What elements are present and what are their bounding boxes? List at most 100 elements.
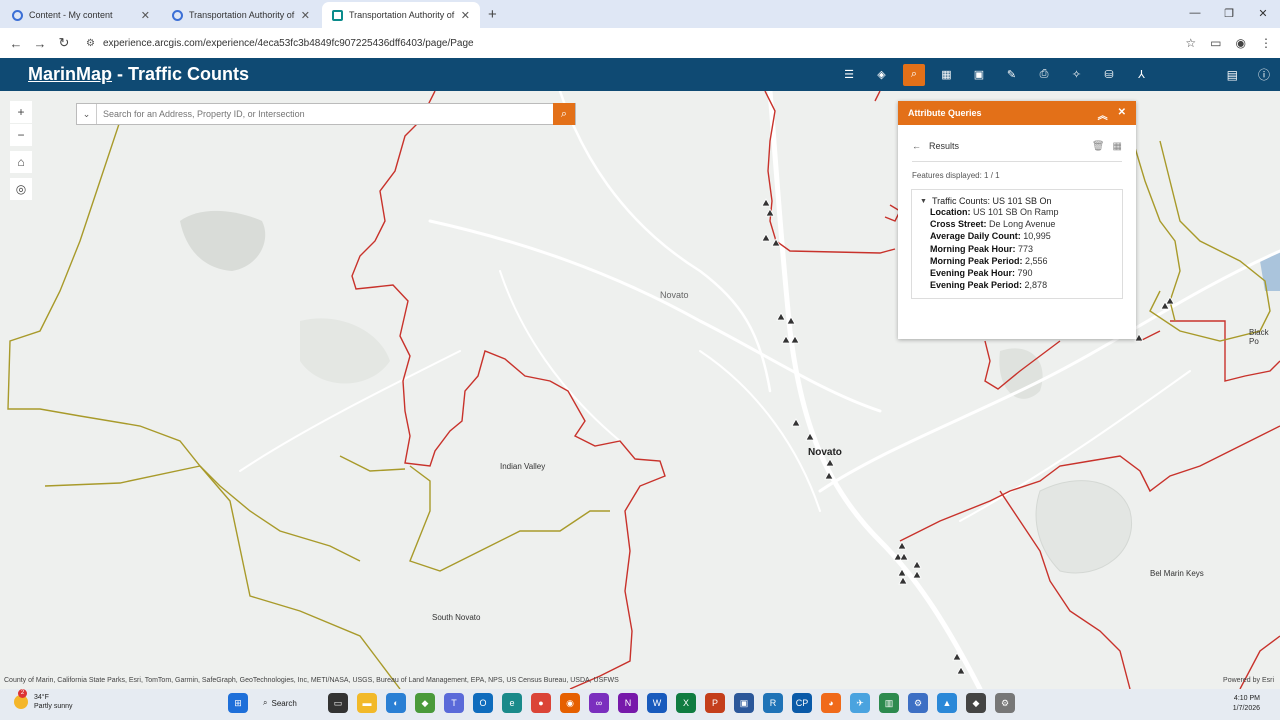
windows-start-icon[interactable]: ⊞ [228, 693, 248, 713]
reload-icon[interactable]: ↻ [52, 35, 76, 51]
field-label: Cross Street: [930, 219, 987, 230]
forward-arrow-icon[interactable]: → [28, 36, 52, 51]
onenote-icon[interactable]: N [618, 693, 638, 713]
url-text: experience.arcgis.com/experience/4eca53f… [102, 37, 474, 49]
collapse-icon[interactable]: ︽ [1098, 107, 1108, 122]
browser-tab[interactable]: Content - My content ✕ [2, 2, 160, 28]
measure-icon[interactable]: ✎ [1001, 64, 1023, 86]
info-icon[interactable]: ⓘ [1258, 66, 1270, 83]
zoom-in-button[interactable]: + [10, 101, 32, 123]
search-input[interactable] [97, 109, 553, 119]
map-attribution: County of Marin, California State Parks,… [0, 677, 1280, 689]
app-icon[interactable]: ∞ [589, 693, 609, 713]
notepad-icon[interactable]: ▥ [879, 693, 899, 713]
app-icon[interactable]: R [763, 693, 783, 713]
bookmark-icon[interactable]: ▣ [968, 64, 990, 86]
trash-icon[interactable]: 🗑 [1092, 141, 1105, 152]
field-value: De Long Avenue [989, 219, 1056, 230]
site-info-icon[interactable]: ⚙ [86, 38, 95, 49]
profile-icon[interactable]: ◉ [1236, 36, 1246, 50]
coordinates-icon[interactable]: ⅄ [1131, 64, 1153, 86]
field-label: Morning Peak Period: [930, 255, 1023, 266]
word-icon[interactable]: W [647, 693, 667, 713]
app-icon[interactable]: CP [792, 693, 812, 713]
field-row: Cross Street: De Long Avenue [930, 218, 1114, 230]
share-icon[interactable]: ✧ [1066, 64, 1088, 86]
data-table-icon[interactable]: ⛁ [1098, 64, 1120, 86]
locate-button[interactable]: ◎ [10, 178, 32, 200]
app-icon[interactable]: ◆ [966, 693, 986, 713]
app-icon[interactable]: ⚙ [908, 693, 928, 713]
field-row: Location: US 101 SB On Ramp [930, 206, 1114, 218]
file-explorer-icon[interactable]: ▬ [357, 693, 377, 713]
clock-time: 4:10 PM [1233, 695, 1260, 702]
place-label-novato: Novato [808, 447, 842, 458]
app-icon[interactable]: ◆ [415, 693, 435, 713]
system-clock[interactable]: 4:10 PM 1/7/2026 [1233, 694, 1260, 714]
attribution-text: County of Marin, California State Parks,… [4, 677, 619, 684]
marinmap-link[interactable]: MarinMap [28, 64, 112, 84]
menu-dots-icon[interactable]: ⋮ [1260, 36, 1272, 50]
back-arrow-icon[interactable]: ← [912, 141, 921, 151]
teams-icon[interactable]: T [444, 693, 464, 713]
taskbar-search[interactable]: ⌕ Search [257, 693, 319, 713]
field-label: Average Daily Count: [930, 231, 1021, 242]
field-value: 790 [1017, 268, 1033, 279]
legend-list-icon[interactable]: ☰ [838, 64, 860, 86]
excel-icon[interactable]: X [676, 693, 696, 713]
app-subtitle: - Traffic Counts [112, 64, 250, 84]
temperature: 34°F [34, 694, 49, 701]
browser-tab[interactable]: Transportation Authority of Ma ✕ [162, 2, 320, 28]
app-icon[interactable]: ✈ [850, 693, 870, 713]
close-window-icon[interactable]: ✕ [1246, 0, 1280, 26]
close-icon[interactable]: ✕ [301, 9, 310, 22]
settings-icon[interactable]: ⚙ [995, 693, 1015, 713]
grid-view-icon[interactable]: ▦ [1113, 141, 1122, 152]
task-view-icon[interactable]: ▭ [328, 693, 348, 713]
browser-tab-active[interactable]: Transportation Authority of Ma ✕ [322, 2, 480, 28]
results-label: Results [929, 141, 960, 151]
star-icon[interactable]: ☆ [1185, 36, 1196, 50]
app-icon[interactable]: ◕ [821, 693, 841, 713]
close-icon[interactable]: ✕ [141, 9, 150, 22]
weather-widget[interactable]: 2 34°F Partly sunny [14, 689, 73, 711]
notification-badge: 2 [18, 689, 27, 698]
back-arrow-icon[interactable]: ← [4, 36, 28, 51]
close-icon[interactable]: ✕ [1118, 107, 1126, 122]
result-card[interactable]: ▼ Traffic Counts: US 101 SB On Location:… [911, 189, 1123, 299]
chrome-icon[interactable]: ● [531, 693, 551, 713]
feature-title-row[interactable]: ▼ Traffic Counts: US 101 SB On [920, 196, 1114, 206]
taskbar-apps: ⊞ ⌕ Search ▭ ▬ ◐ ◆ T O e ● ◉ ∞ N W X P ▣ … [228, 693, 1015, 713]
powered-by-esri[interactable]: Powered by Esri [1223, 677, 1274, 684]
app-icon[interactable]: ▲ [937, 693, 957, 713]
print-icon[interactable]: ⎙ [1033, 64, 1055, 86]
app-icon[interactable]: ◐ [386, 693, 406, 713]
app-title: MarinMap - Traffic Counts [28, 64, 249, 85]
layers-icon[interactable]: ◈ [871, 64, 893, 86]
tab-label: Content - My content [29, 10, 113, 20]
minimize-icon[interactable]: — [1178, 0, 1212, 26]
field-row: Average Daily Count: 10,995 [930, 230, 1114, 242]
powerpoint-icon[interactable]: P [705, 693, 725, 713]
place-label-bel-marin-keys: Bel Marin Keys [1150, 569, 1204, 578]
home-button[interactable]: ⌂ [10, 151, 32, 173]
panel-header: Attribute Queries ︽ ✕ [898, 101, 1136, 125]
attribute-query-icon[interactable]: ⌕ [903, 63, 925, 86]
tab-label: Transportation Authority of Ma [189, 10, 295, 20]
firefox-icon[interactable]: ◉ [560, 693, 580, 713]
close-icon[interactable]: ✕ [461, 9, 470, 22]
reading-list-icon[interactable]: ▭ [1210, 36, 1221, 50]
search-button[interactable]: ⌕ [553, 103, 575, 125]
edge-icon[interactable]: e [502, 693, 522, 713]
basemap-gallery-icon[interactable]: ▦ [936, 64, 958, 86]
search-source-dropdown[interactable]: ⌄ [77, 104, 97, 124]
expand-triangle-icon[interactable]: ▼ [920, 198, 927, 205]
field-row: Morning Peak Hour: 773 [930, 243, 1114, 255]
zoom-out-button[interactable]: − [10, 124, 32, 146]
restore-icon[interactable]: ❐ [1212, 0, 1246, 26]
address-bar[interactable]: ⚙ experience.arcgis.com/experience/4eca5… [86, 32, 1146, 54]
outlook-icon[interactable]: O [473, 693, 493, 713]
new-tab-button[interactable]: + [488, 6, 497, 23]
app-icon[interactable]: ▣ [734, 693, 754, 713]
calculator-icon[interactable]: ▤ [1227, 68, 1238, 82]
